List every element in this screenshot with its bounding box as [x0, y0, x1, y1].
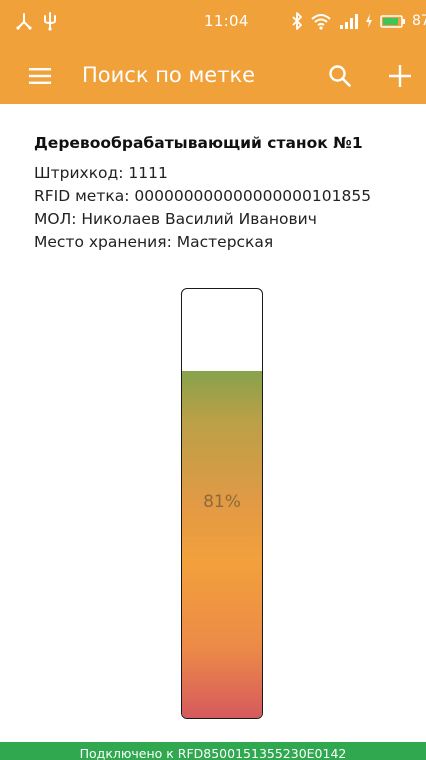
search-icon[interactable] [322, 58, 358, 94]
item-details: Деревообрабатывающий станок №1 Штрихкод:… [34, 132, 414, 254]
charging-icon [364, 11, 374, 31]
hamburger-menu-icon[interactable] [22, 58, 58, 94]
page-title: Поиск по метке [82, 63, 256, 87]
status-right-icons: 87 [290, 10, 426, 32]
plus-icon[interactable] [382, 58, 418, 94]
item-name: Деревообрабатывающий станок №1 [34, 134, 363, 152]
cell-signal-icon [338, 11, 358, 31]
connection-status-text: Подключено к RFD8500151355230E0142 [79, 746, 347, 760]
connection-status-bar: Подключено к RFD8500151355230E0142 [0, 742, 426, 760]
barcode-line: Штрихкод: 1111 [34, 164, 168, 182]
app-toolbar: Поиск по метке [0, 48, 426, 104]
location-line: Место хранения: Мастерская [34, 233, 274, 251]
fork-icon [14, 11, 34, 31]
gauge-percent-label: 81% [203, 492, 241, 512]
status-left-icons [14, 10, 58, 32]
rfid-line: RFID метка: 000000000000000000101855 [34, 187, 372, 205]
mol-line: МОЛ: Николаев Василий Иванович [34, 210, 317, 228]
status-bar: 11:04 87 [0, 0, 426, 48]
signal-level-gauge: 81% [181, 288, 263, 719]
gauge-fill [182, 370, 262, 718]
usb-icon [42, 11, 58, 31]
status-time: 11:04 [204, 12, 249, 30]
bluetooth-icon [290, 11, 304, 31]
battery-level: 87 [412, 13, 426, 29]
wifi-icon [310, 11, 332, 31]
battery-icon [380, 11, 406, 31]
